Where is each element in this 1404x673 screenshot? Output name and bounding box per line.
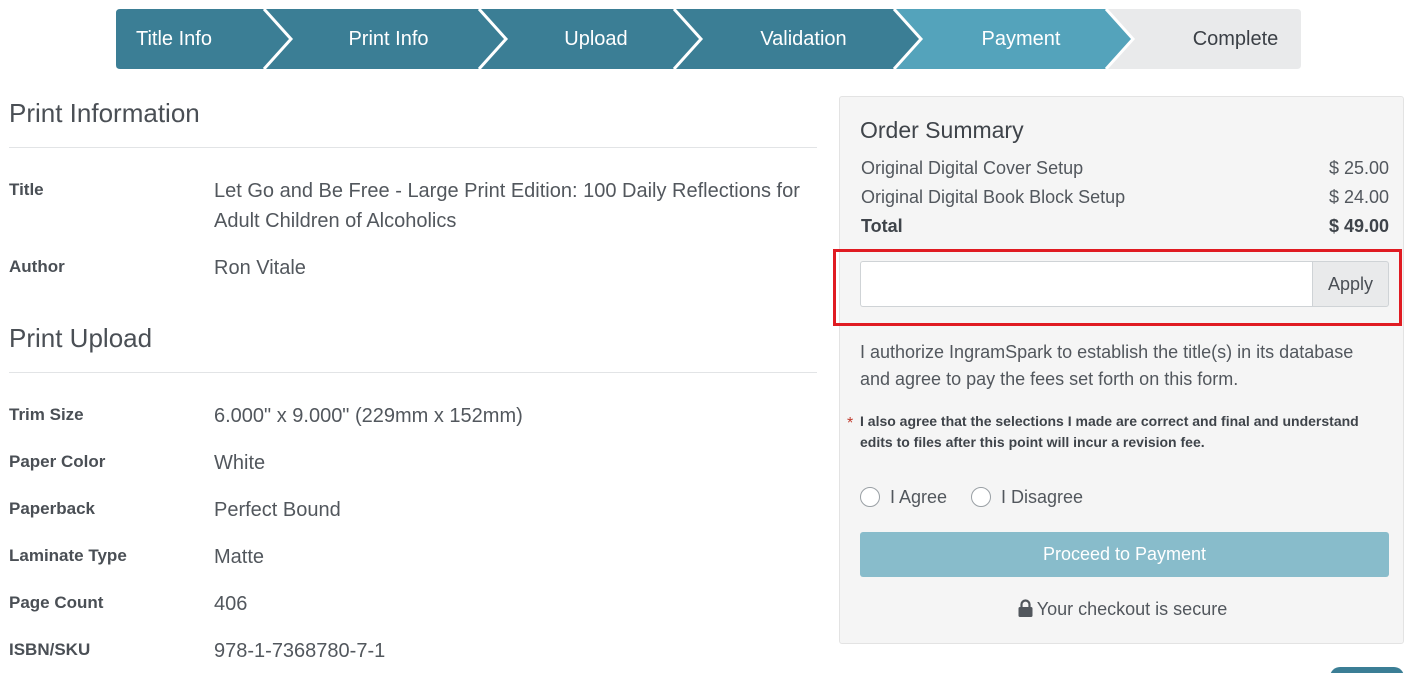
total-amount: $ 49.00 [1328, 216, 1389, 236]
agree-option[interactable]: I Agree [860, 485, 947, 509]
step-complete-label[interactable]: Complete [1133, 9, 1338, 69]
print-information-heading: Print Information [9, 98, 200, 128]
secure-checkout-text: Your checkout is secure [1036, 599, 1228, 619]
divider [9, 147, 817, 148]
summary-line-amount: $ 25.00 [1328, 158, 1389, 178]
detail-value: 978-1-7368780-7-1 [214, 640, 386, 662]
summary-line-label: Original Digital Cover Setup [861, 158, 1084, 178]
detail-value: Matte [214, 546, 265, 568]
coupon-code-input[interactable] [860, 261, 1314, 307]
proceed-to-payment-button[interactable]: Proceed to Payment [860, 532, 1389, 577]
authorization-text: I authorize IngramSpark to establish the… [860, 342, 1354, 389]
print-info-page: Title Info Print Info Upload Validation … [0, 0, 1404, 673]
divider [9, 372, 817, 373]
detail-value: White [214, 452, 266, 474]
detail-label: Laminate Type [9, 546, 127, 565]
step-title-info-label[interactable]: Title Info [136, 9, 212, 69]
summary-line-amount: $ 24.00 [1328, 187, 1389, 207]
summary-total: Total $ 49.00 [861, 216, 1389, 237]
required-asterisk: * [847, 415, 854, 432]
total-label: Total [861, 216, 903, 236]
secure-checkout-note: Your checkout is secure [840, 599, 1404, 622]
order-summary-panel: Order Summary Original Digital Cover Set… [833, 96, 1404, 644]
detail-label: Trim Size [9, 405, 84, 424]
summary-line-book-block: Original Digital Book Block Setup $ 24.0… [861, 187, 1389, 208]
detail-value: Ron Vitale [214, 257, 306, 279]
disagree-option[interactable]: I Disagree [971, 485, 1083, 509]
progress-stepper: Title Info Print Info Upload Validation … [116, 9, 1301, 69]
revision-fee-agreement-text: I also agree that the selections I made … [860, 413, 1359, 450]
disagree-radio[interactable] [971, 487, 991, 507]
disagree-label[interactable]: I Disagree [1001, 487, 1083, 508]
detail-value: Let Go and Be Free - Large Print Edition… [214, 180, 800, 232]
summary-line-label: Original Digital Book Block Setup [861, 187, 1126, 207]
detail-value: 6.000" x 9.000" (229mm x 152mm) [214, 405, 523, 427]
floating-button-edge[interactable] [1330, 667, 1404, 673]
detail-label: ISBN/SKU [9, 640, 91, 659]
agree-label[interactable]: I Agree [890, 487, 947, 508]
summary-line-cover: Original Digital Cover Setup $ 25.00 [861, 158, 1389, 179]
apply-coupon-button[interactable]: Apply [1312, 261, 1389, 307]
detail-value: Perfect Bound [214, 499, 341, 521]
detail-label: Paper Color [9, 452, 106, 471]
step-upload-label[interactable]: Upload [506, 9, 686, 69]
lock-icon [1018, 599, 1033, 622]
print-upload-heading: Print Upload [9, 323, 153, 353]
step-payment-label[interactable]: Payment [921, 9, 1121, 69]
order-summary-title: Order Summary [860, 117, 1024, 143]
step-print-info-label[interactable]: Print Info [291, 9, 486, 69]
detail-label: Author [9, 257, 65, 276]
detail-value: 406 [214, 593, 248, 615]
detail-label: Paperback [9, 499, 95, 518]
detail-label: Page Count [9, 593, 104, 612]
detail-label: Title [9, 180, 44, 199]
agree-radio[interactable] [860, 487, 880, 507]
step-validation-label[interactable]: Validation [701, 9, 906, 69]
